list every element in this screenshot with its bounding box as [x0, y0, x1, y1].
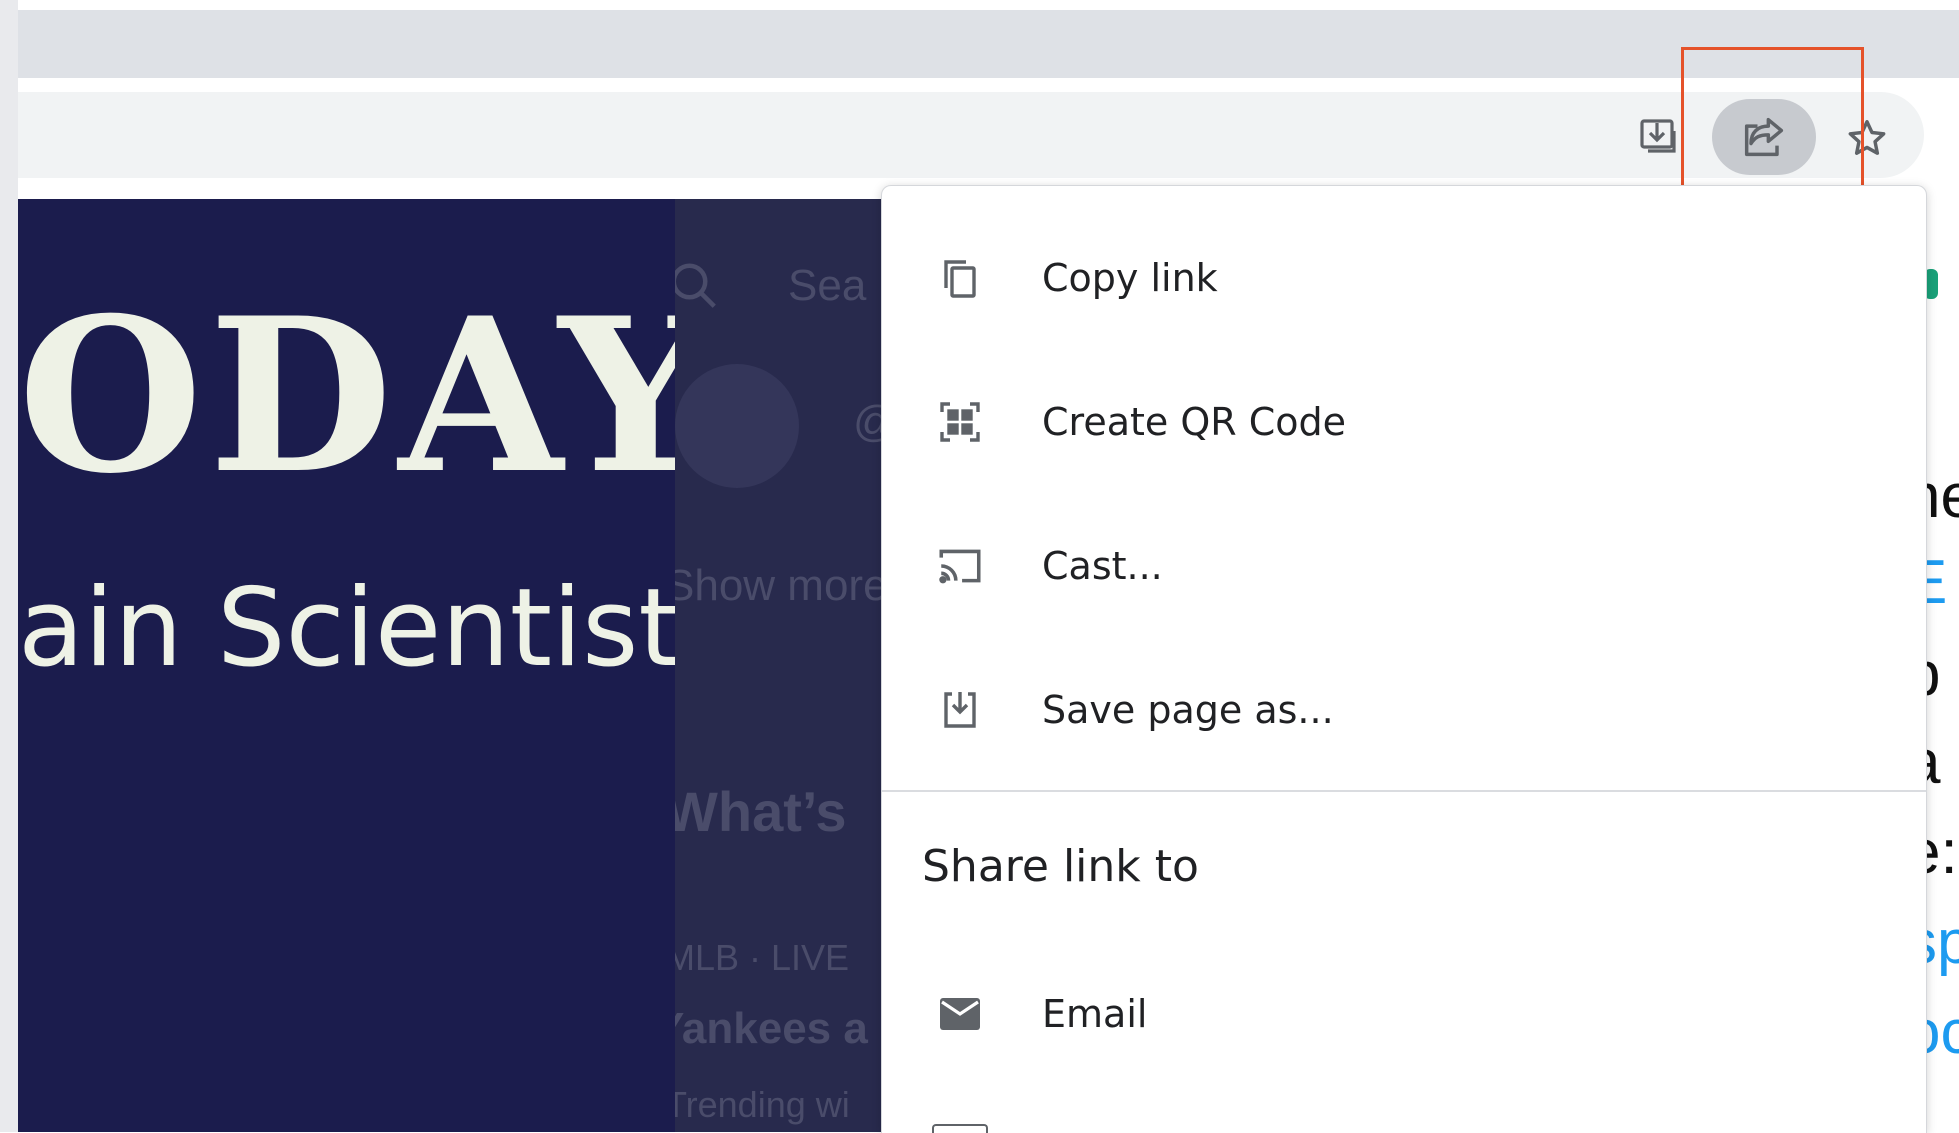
menu-item-create-qr-code[interactable]: Create QR Code [882, 372, 1926, 472]
download-icon[interactable] [1633, 108, 1687, 162]
trend-title[interactable]: Yankees a [675, 1004, 868, 1054]
email-icon [932, 986, 988, 1042]
trend-meta: MLB · LIVE [675, 937, 850, 978]
banner-subtitle: ain Scientist [18, 570, 675, 689]
link-fragment[interactable]: oc [1924, 997, 1959, 1068]
copy-icon [932, 250, 988, 306]
menu-item-label: Cast... [1042, 544, 1163, 588]
share-menu: Copy link Create QR Code Cast... Save pa… [881, 185, 1927, 1133]
link-fragment[interactable]: E [1924, 547, 1947, 618]
menu-item-cast[interactable]: Cast... [882, 516, 1926, 616]
menu-item-copy-link[interactable]: Copy link [882, 228, 1926, 328]
cast-icon [932, 538, 988, 594]
search-placeholder: Sea [788, 261, 867, 310]
window-edge [0, 0, 18, 1132]
handle: @ [853, 397, 881, 447]
menu-item-save-page-as[interactable]: Save page as... [882, 660, 1926, 760]
right-content-fragment: ne E p a e: sp oc [1924, 199, 1959, 1132]
avatar [675, 364, 799, 488]
menu-item-label: Copy link [1042, 256, 1218, 300]
show-more-link[interactable]: Show more [675, 561, 881, 611]
search-icon [675, 263, 716, 308]
text-fragment: ne [1924, 462, 1959, 531]
text-fragment: e: [1924, 818, 1958, 887]
link-fragment[interactable]: sp [1924, 907, 1959, 978]
menu-item-email[interactable]: Email [882, 964, 1926, 1064]
trend-subtitle: Trending wi [675, 1084, 850, 1125]
sidebar-column: Sea @ Show more What’s MLB · LIVE Yankee… [675, 199, 881, 1132]
tab-strip [18, 10, 1959, 78]
save-page-icon [932, 682, 988, 738]
whats-happening-heading: What’s [675, 780, 847, 843]
banner-title: ODAY [18, 290, 675, 502]
menu-item-label: Email [1042, 992, 1148, 1036]
menu-item-label: Save page as... [1042, 688, 1334, 732]
menu-divider [882, 790, 1926, 792]
qr-code-icon [932, 394, 988, 450]
share-link-to-heading: Share link to [922, 841, 1199, 892]
menu-item-label: Create QR Code [1042, 400, 1347, 444]
